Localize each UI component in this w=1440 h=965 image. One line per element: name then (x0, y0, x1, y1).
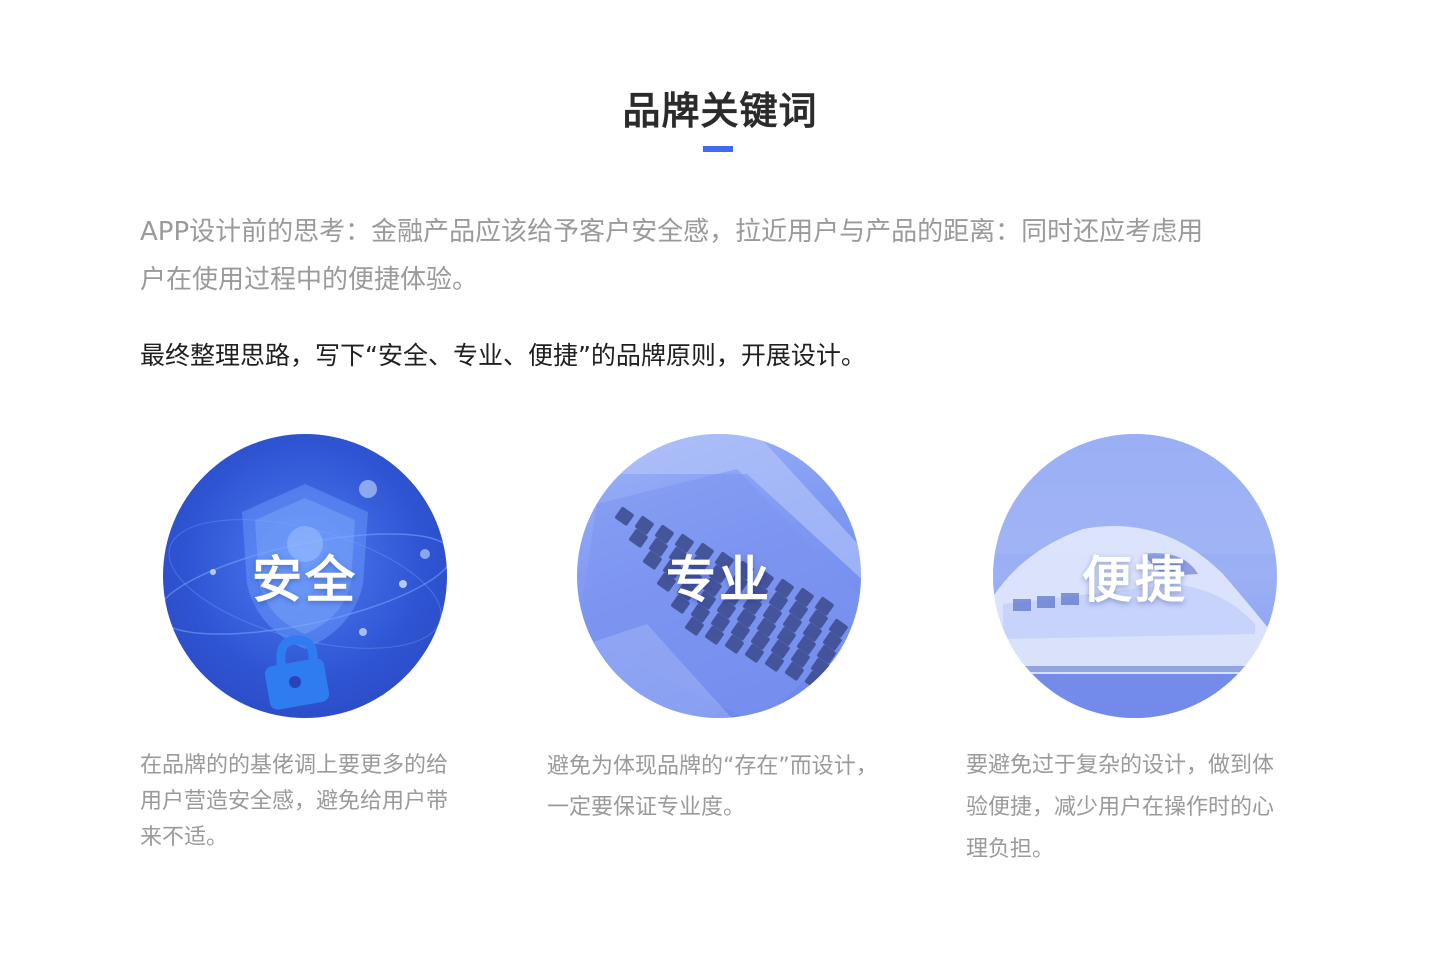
card-description-safety: 在品牌的的基佬调上要更多的给 用户营造安全感，避免给用户带 来不适。 (140, 748, 480, 856)
brand-keywords-page: 品牌关键词 APP设计前的思考：金融产品应该给予客户安全感，拉近用户与产品的距离… (0, 0, 1440, 965)
card-label-professional: 专业 (666, 551, 772, 609)
intro-line: APP设计前的思考：金融产品应该给予客户安全感，拉近用户与产品的距离：同时还应考… (140, 217, 1204, 247)
convenience-image-circle: 便捷 (993, 434, 1277, 718)
description-line: 理负担。 (966, 837, 1055, 862)
intro-line: 户在使用过程中的便捷体验。 (140, 265, 479, 295)
intro-paragraph: APP设计前的思考：金融产品应该给予客户安全感，拉近用户与产品的距离：同时还应考… (140, 208, 1300, 304)
principle-statement: 最终整理思路，写下“安全、专业、便捷”的品牌原则，开展设计。 (140, 341, 866, 370)
description-line: 来不适。 (140, 825, 229, 850)
card-label-safety: 安全 (252, 551, 358, 609)
description-line: 验便捷，减少用户在操作时的心 (966, 795, 1275, 820)
title-underline (703, 146, 733, 152)
safety-image-circle: 安全 (163, 434, 447, 718)
description-line: 在品牌的的基佬调上要更多的给 (140, 753, 449, 778)
professional-image-circle: 专业 (577, 434, 861, 718)
description-line: 要避免过于复杂的设计，做到体 (966, 753, 1275, 778)
card-description-professional: 避免为体现品牌的“存在”而设计， 一定要保证专业度。 (547, 746, 897, 828)
description-line: 用户营造安全感，避免给用户带 (140, 789, 449, 814)
description-line: 避免为体现品牌的“存在”而设计， (547, 754, 878, 779)
card-description-convenience: 要避免过于复杂的设计，做到体 验便捷，减少用户在操作时的心 理负担。 (966, 745, 1306, 871)
description-line: 一定要保证专业度。 (547, 795, 746, 820)
card-label-convenience: 便捷 (1082, 551, 1188, 609)
section-title: 品牌关键词 (622, 89, 818, 133)
